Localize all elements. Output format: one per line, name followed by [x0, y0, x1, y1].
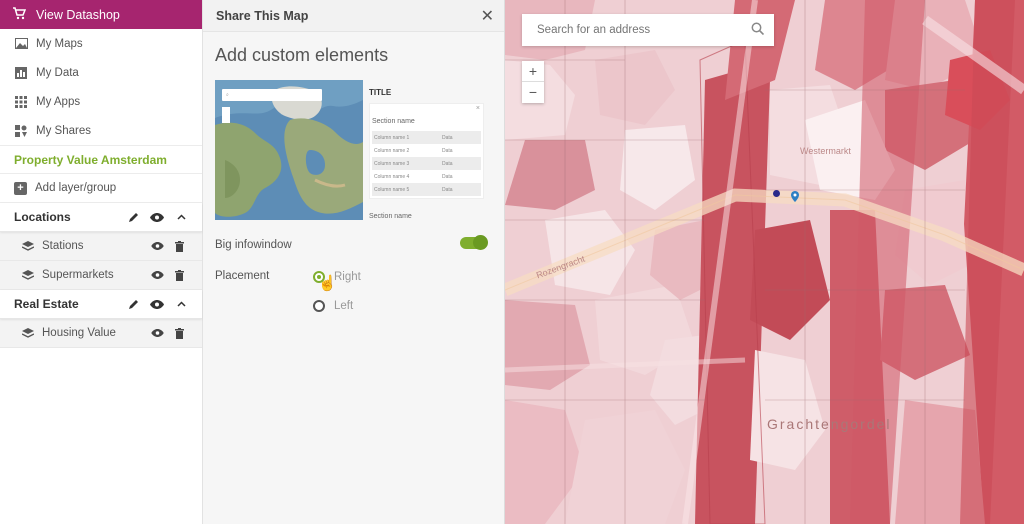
zoom-control: + −	[522, 61, 544, 103]
eye-icon[interactable]	[149, 329, 165, 337]
preview-section-name: Section name	[372, 118, 415, 125]
layer-name: Stations	[42, 240, 84, 252]
layer-name: Housing Value	[42, 327, 116, 339]
nav-my-data[interactable]: My Data	[0, 58, 202, 87]
search-icon: ⌕	[226, 92, 229, 98]
trash-icon[interactable]	[171, 327, 187, 339]
bar-chart-icon	[14, 66, 28, 79]
close-icon[interactable]: ✕	[481, 6, 494, 26]
map-label-grachtengordel: Grachtengordel	[767, 416, 892, 432]
supermarket-marker[interactable]	[791, 191, 799, 205]
eye-icon[interactable]	[148, 299, 166, 309]
trash-icon[interactable]	[171, 269, 187, 281]
preview-infowindow: TITLE × Section name Column name 1 Data C…	[369, 80, 484, 225]
add-layer-group-button[interactable]: + Add layer/group	[0, 174, 202, 203]
image-icon	[14, 38, 28, 50]
view-datashop-button[interactable]: View Datashop	[0, 0, 202, 29]
share-panel: Share This Map ✕ Add custom elements ⌕ T…	[203, 0, 505, 524]
trash-icon[interactable]	[171, 240, 187, 252]
panel-title: Share This Map	[216, 8, 309, 23]
preview-zoom-control	[222, 107, 230, 123]
cart-icon	[12, 6, 28, 23]
row-value: Data	[442, 147, 453, 154]
row-name: Column name 5	[374, 186, 410, 193]
preview-map-thumbnail: ⌕	[215, 80, 363, 220]
row-name: Column name 3	[374, 160, 410, 167]
panel-body: Add custom elements ⌕ TITLE × Section na…	[203, 32, 504, 524]
share-pieces-icon	[14, 124, 28, 137]
preview-row: Column name 1 Data	[372, 131, 481, 144]
layer-group-locations[interactable]: Locations	[0, 203, 202, 232]
preview-row: Column name 5 Data	[372, 183, 481, 196]
nav-my-maps[interactable]: My Maps	[0, 29, 202, 58]
nav-my-apps[interactable]: My Apps	[0, 87, 202, 116]
station-marker[interactable]	[773, 190, 780, 197]
nav-label: My Maps	[36, 37, 83, 50]
layers-icon	[22, 240, 34, 252]
pencil-icon[interactable]	[124, 212, 142, 223]
placement-label: Placement	[215, 270, 270, 282]
radio-label: Left	[334, 300, 354, 312]
row-name: Column name 2	[374, 147, 410, 154]
nav-label: My Shares	[36, 124, 91, 137]
chevron-up-icon[interactable]	[172, 214, 190, 220]
group-name: Real Estate	[14, 297, 79, 311]
sidebar: View Datashop My Maps My Data My Apps My…	[0, 0, 203, 524]
panel-header: Share This Map ✕	[203, 0, 504, 32]
zoom-out-button[interactable]: −	[522, 82, 544, 103]
nav-label: My Apps	[36, 95, 81, 108]
eye-icon[interactable]	[148, 212, 166, 222]
row-value: Data	[442, 160, 453, 167]
hand-cursor-icon: ☝	[318, 275, 337, 292]
preview-title: TITLE	[369, 88, 392, 97]
eye-icon[interactable]	[149, 271, 165, 279]
chevron-up-icon[interactable]	[172, 301, 190, 307]
pencil-icon[interactable]	[124, 299, 142, 310]
section-title: Add custom elements	[215, 45, 389, 65]
close-icon: ×	[475, 105, 480, 112]
radio-label: Right	[334, 271, 361, 283]
nav-my-shares[interactable]: My Shares	[0, 116, 202, 145]
map-canvas[interactable]: Westermarkt Rozengracht Grachtengordel +…	[505, 0, 1024, 524]
zoom-in-button[interactable]: +	[522, 61, 544, 82]
preview-row: Column name 3 Data	[372, 157, 481, 170]
layer-item-stations[interactable]: Stations	[0, 232, 202, 261]
preview-search-bar: ⌕	[222, 89, 322, 101]
nav-label: My Data	[36, 66, 79, 79]
search-icon[interactable]	[751, 22, 765, 38]
project-title: Property Value Amsterdam	[0, 145, 202, 174]
row-name: Column name 1	[374, 134, 410, 141]
placement-radio-left[interactable]: Left	[313, 300, 353, 312]
radio-button[interactable]	[313, 300, 325, 312]
big-infowindow-label: Big infowindow	[215, 239, 292, 251]
view-datashop-label: View Datashop	[36, 7, 120, 22]
eye-icon[interactable]	[149, 242, 165, 250]
layer-item-housing-value[interactable]: Housing Value	[0, 319, 202, 348]
row-value: Data	[442, 134, 453, 141]
grid-icon	[14, 95, 28, 108]
layer-name: Supermarkets	[42, 269, 114, 281]
add-layer-label: Add layer/group	[35, 182, 117, 194]
big-infowindow-toggle[interactable]	[460, 235, 488, 250]
preview-row: Column name 4 Data	[372, 170, 481, 183]
address-search-box[interactable]	[522, 14, 774, 46]
preview-row: Column name 2 Data	[372, 144, 481, 157]
map-label-westermarkt: Westermarkt	[800, 146, 851, 156]
preview-info-box: × Section name Column name 1 Data Column …	[369, 103, 484, 199]
layer-item-supermarkets[interactable]: Supermarkets	[0, 261, 202, 290]
layer-group-real-estate[interactable]: Real Estate	[0, 290, 202, 319]
preview-section-name-2: Section name	[369, 213, 412, 220]
row-value: Data	[442, 186, 453, 193]
group-name: Locations	[14, 210, 71, 224]
layers-icon	[22, 269, 34, 281]
plus-icon: +	[14, 181, 27, 195]
address-search-input[interactable]	[537, 24, 751, 36]
row-name: Column name 4	[374, 173, 410, 180]
layers-icon	[22, 327, 34, 339]
row-value: Data	[442, 173, 453, 180]
